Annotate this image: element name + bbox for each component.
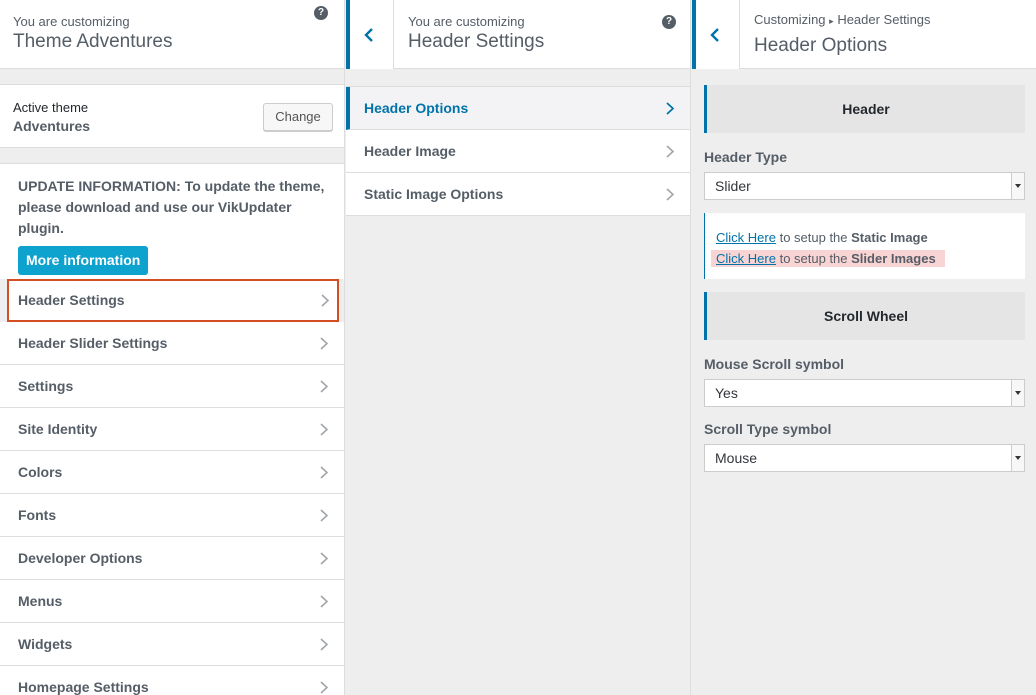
header-options-panel: Customizing ▸ Header Settings Header Opt… [692, 0, 1036, 695]
chevron-right-icon [321, 294, 329, 307]
breadcrumb: Customizing ▸ Header Settings [754, 12, 931, 27]
sidebar-item-label: Header Slider Settings [18, 335, 168, 351]
highlighted-text: Click Here to setup the Slider Images [711, 250, 945, 267]
active-theme-section: Active theme Adventures Change [0, 84, 344, 148]
help-icon[interactable]: ? [314, 6, 328, 20]
sidebar-item-static-image-options[interactable]: Static Image Options [346, 173, 690, 216]
mouse-scroll-select[interactable]: Yes [704, 379, 1025, 407]
sidebar-item-widgets[interactable]: Widgets [0, 623, 344, 666]
sidebar-item-header-slider-settings[interactable]: Header Slider Settings [0, 322, 344, 365]
help-icon[interactable]: ? [662, 15, 676, 29]
header-type-label: Header Type [704, 149, 787, 165]
select-value: Mouse [715, 450, 758, 466]
back-button[interactable] [692, 0, 740, 69]
dropdown-arrow-icon [1011, 173, 1024, 199]
panel-header: You are customizing Theme Adventures ? [0, 0, 344, 69]
static-image-line: Click Here to setup the Static Image [716, 230, 928, 245]
breadcrumb-separator-icon: ▸ [829, 16, 834, 26]
sidebar-item-label: Widgets [18, 636, 73, 652]
change-theme-button[interactable]: Change [263, 103, 333, 131]
scroll-type-select[interactable]: Mouse [704, 444, 1025, 472]
active-theme-name: Adventures [13, 118, 91, 134]
panel-subtitle: You are customizing [408, 14, 525, 29]
sidebar-item-label: Header Settings [18, 292, 125, 308]
header-type-select[interactable]: Slider [704, 172, 1025, 200]
chevron-right-icon [320, 595, 328, 608]
sidebar-item-menus[interactable]: Menus [0, 580, 344, 623]
chevron-right-icon [320, 466, 328, 479]
chevron-right-icon [320, 337, 328, 350]
sidebar-item-label: Header Options [364, 100, 469, 116]
slider-images-bold: Slider Images [851, 251, 936, 266]
panel-title: Theme Adventures [13, 31, 173, 52]
sidebar-item-label: Header Image [364, 143, 456, 159]
static-image-link[interactable]: Click Here [716, 230, 776, 245]
sidebar-item-developer-options[interactable]: Developer Options [0, 537, 344, 580]
panel-header: Customizing ▸ Header Settings Header Opt… [692, 0, 1036, 69]
sidebar-item-header-options[interactable]: Header Options [346, 87, 690, 130]
setup-links-box: Click Here to setup the Static Image Cli… [704, 213, 1025, 279]
header-settings-panel: You are customizing Header Settings ? He… [346, 0, 691, 695]
update-text: UPDATE INFORMATION: To update the theme,… [18, 178, 325, 236]
chevron-right-icon [666, 145, 674, 158]
sidebar-item-label: Menus [18, 593, 63, 609]
sidebar-item-label: Homepage Settings [18, 679, 149, 695]
active-theme-label: Active theme [13, 100, 89, 115]
sidebar-item-label: Colors [18, 464, 63, 480]
chevron-left-icon [364, 28, 373, 42]
panel-subtitle: You are customizing [13, 14, 130, 29]
chevron-left-icon [710, 28, 719, 42]
mouse-scroll-label: Mouse Scroll symbol [704, 356, 845, 372]
sidebar-item-label: Settings [18, 378, 74, 394]
slider-images-link[interactable]: Click Here [716, 251, 776, 266]
chevron-right-icon [666, 102, 674, 115]
dropdown-arrow-icon [1011, 445, 1024, 471]
sidebar-item-label: Site Identity [18, 421, 98, 437]
scroll-type-label: Scroll Type symbol [704, 421, 832, 437]
sidebar-item-settings[interactable]: Settings [0, 365, 344, 408]
chevron-right-icon [320, 380, 328, 393]
sidebar-item-colors[interactable]: Colors [0, 451, 344, 494]
dropdown-arrow-icon [1011, 380, 1024, 406]
section-list: Header Options Header Image Static Image… [346, 86, 690, 216]
section-header-scroll-wheel: Scroll Wheel [704, 292, 1025, 340]
sidebar-item-homepage-settings[interactable]: Homepage Settings [0, 666, 344, 695]
select-value: Yes [715, 385, 738, 401]
section-list: Header Settings Header Slider Settings S… [0, 279, 344, 695]
slider-images-line: Click Here to setup the Slider Images [711, 248, 1025, 269]
sidebar-item-site-identity[interactable]: Site Identity [0, 408, 344, 451]
sidebar-item-label: Fonts [18, 507, 57, 523]
customizer-root-panel: You are customizing Theme Adventures ? A… [0, 0, 345, 695]
chevron-right-icon [666, 188, 674, 201]
chevron-right-icon [320, 638, 328, 651]
back-button[interactable] [346, 0, 394, 69]
update-notice: UPDATE INFORMATION: To update the theme,… [0, 163, 344, 279]
section-header-header: Header [704, 85, 1025, 133]
chevron-right-icon [320, 552, 328, 565]
chevron-right-icon [320, 509, 328, 522]
sidebar-item-header-image[interactable]: Header Image [346, 130, 690, 173]
breadcrumb-current: Header Settings [837, 12, 931, 27]
sidebar-item-header-settings[interactable]: Header Settings [7, 279, 339, 322]
chevron-right-icon [320, 423, 328, 436]
sidebar-item-label: Developer Options [18, 550, 143, 566]
panel-title: Header Settings [408, 31, 545, 52]
static-image-bold: Static Image [851, 230, 928, 245]
panel-title: Header Options [754, 35, 888, 56]
panel-header: You are customizing Header Settings ? [346, 0, 690, 69]
sidebar-item-fonts[interactable]: Fonts [0, 494, 344, 537]
controls: Header Header Type Slider Click Here to … [692, 69, 1036, 472]
breadcrumb-root: Customizing [754, 12, 826, 27]
select-value: Slider [715, 178, 751, 194]
sidebar-item-label: Static Image Options [364, 186, 504, 202]
chevron-right-icon [320, 681, 328, 694]
more-information-button[interactable]: More information [18, 246, 149, 275]
